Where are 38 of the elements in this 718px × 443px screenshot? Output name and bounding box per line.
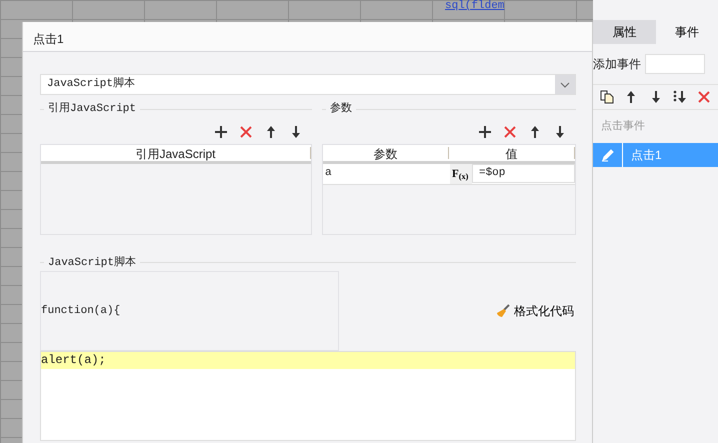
table-cell-text: a — [324, 166, 333, 182]
section-title: 引用JavaScript — [48, 101, 136, 117]
delete-icon — [697, 90, 712, 104]
value-field[interactable]: =$op — [472, 164, 575, 183]
add-button[interactable] — [477, 124, 493, 140]
up-arrow-icon — [528, 124, 542, 138]
copy-icon — [600, 90, 614, 104]
delete-button[interactable] — [502, 124, 518, 140]
delete-icon — [503, 124, 517, 138]
add-button[interactable] — [212, 124, 229, 140]
delete-icon — [238, 124, 253, 138]
delete-button[interactable] — [238, 124, 254, 140]
plus-icon — [214, 124, 228, 138]
column-header: 引用JavaScript — [135, 146, 216, 160]
move-to-bottom-icon — [672, 90, 687, 104]
copy-button[interactable] — [599, 89, 614, 105]
delete-button[interactable] — [696, 89, 712, 105]
plus-icon — [478, 124, 492, 138]
column-header: 值 — [505, 146, 518, 160]
formula-button[interactable]: F$_{(x)}$ — [450, 164, 472, 184]
add-event-field[interactable] — [645, 54, 705, 74]
panel-tab[interactable]: 属性 — [593, 20, 656, 44]
dropdown-value: JavaScript脚本 — [47, 76, 136, 92]
dialog-title: 点击1 — [33, 32, 64, 46]
move-to-bottom-button[interactable] — [672, 89, 688, 105]
column-header: 参数 — [373, 146, 398, 160]
down-arrow-icon — [553, 124, 567, 138]
section-title: 参数 — [330, 101, 352, 117]
broom-icon — [496, 304, 510, 318]
section-title: JavaScript脚本 — [48, 255, 136, 270]
pencil-icon — [600, 148, 614, 162]
cell-text: sql(fldem — [445, 0, 504, 12]
code-text: function(a){ — [41, 304, 120, 319]
code-editor[interactable]: alert(a); — [40, 351, 576, 441]
add-event-label: 添加事件 — [593, 56, 641, 73]
script-type-dropdown[interactable]: JavaScript脚本 — [40, 74, 576, 95]
event-group-label: 点击事件 — [600, 118, 646, 134]
format-code-button[interactable]: 格式化代码 — [496, 302, 576, 320]
